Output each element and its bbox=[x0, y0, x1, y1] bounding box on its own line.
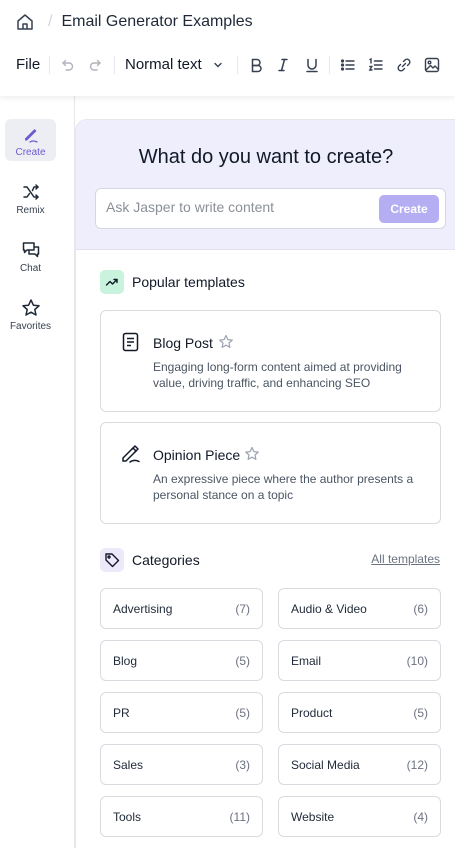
category-name: Blog bbox=[113, 654, 138, 668]
category-audio-video[interactable]: Audio & Video (6) bbox=[278, 588, 441, 629]
category-count: (4) bbox=[413, 810, 428, 824]
document-title[interactable]: Email Generator Examples bbox=[61, 13, 252, 31]
category-product[interactable]: Product (5) bbox=[278, 692, 441, 733]
toolbar-divider bbox=[114, 56, 115, 74]
home-button[interactable] bbox=[14, 11, 36, 33]
shuffle-icon bbox=[22, 184, 39, 200]
category-count: (10) bbox=[406, 654, 428, 668]
text-style-select[interactable]: Normal text bbox=[125, 56, 202, 73]
categories-header: Categories bbox=[100, 548, 200, 572]
category-name: Website bbox=[291, 810, 335, 824]
tag-icon bbox=[100, 548, 124, 572]
bulleted-list-button[interactable] bbox=[338, 55, 358, 75]
main-panel: What do you want to create? Create Popul… bbox=[75, 119, 455, 848]
ask-jasper-input[interactable] bbox=[106, 199, 366, 215]
category-count: (5) bbox=[413, 706, 428, 720]
chevron-down-icon[interactable] bbox=[212, 58, 224, 76]
image-button[interactable] bbox=[422, 55, 442, 75]
category-name: Audio & Video bbox=[291, 602, 367, 616]
underline-button[interactable] bbox=[302, 55, 322, 75]
category-count: (6) bbox=[413, 602, 428, 616]
category-social-media[interactable]: Social Media (12) bbox=[278, 744, 441, 785]
template-name: Blog Post bbox=[153, 335, 213, 351]
trending-icon bbox=[100, 270, 124, 294]
sidebar-item-favorites[interactable]: Favorites bbox=[5, 293, 56, 335]
category-count: (11) bbox=[229, 810, 250, 824]
category-blog[interactable]: Blog (5) bbox=[100, 640, 263, 681]
ask-jasper-box: Create bbox=[95, 188, 446, 229]
undo-button[interactable] bbox=[57, 55, 77, 75]
template-description: Engaging long-form content aimed at prov… bbox=[153, 360, 402, 390]
numbered-list-icon bbox=[368, 57, 383, 71]
sidebar-item-label: Chat bbox=[19, 263, 42, 274]
hero-title: What do you want to create? bbox=[138, 146, 394, 168]
category-name: Sales bbox=[113, 758, 144, 772]
category-name: Tools bbox=[113, 810, 142, 824]
italic-button[interactable] bbox=[273, 55, 293, 75]
create-button[interactable]: Create bbox=[379, 195, 439, 223]
favorite-star-icon[interactable] bbox=[244, 446, 260, 462]
favorite-star-icon[interactable] bbox=[218, 334, 234, 350]
file-menu[interactable]: File bbox=[16, 56, 40, 73]
document-icon bbox=[122, 332, 139, 352]
sidebar-item-label: Remix bbox=[16, 205, 45, 216]
star-icon bbox=[21, 299, 40, 316]
category-count: (12) bbox=[406, 758, 428, 772]
category-name: PR bbox=[113, 706, 130, 720]
sidebar-item-label: Favorites bbox=[9, 321, 52, 332]
category-tools[interactable]: Tools (11) bbox=[100, 796, 263, 837]
template-description: An expressive piece where the author pre… bbox=[153, 472, 414, 502]
category-email[interactable]: Email (10) bbox=[278, 640, 441, 681]
sidebar-item-chat[interactable]: Chat bbox=[5, 235, 56, 277]
editor-toolbar: File Normal text bbox=[0, 50, 455, 80]
category-count: (5) bbox=[235, 706, 250, 720]
category-name: Product bbox=[291, 706, 333, 720]
link-button[interactable] bbox=[394, 55, 414, 75]
category-count: (5) bbox=[235, 654, 250, 668]
undo-icon bbox=[62, 59, 74, 71]
top-bar: / Email Generator Examples File Normal t… bbox=[0, 0, 455, 96]
pen-nib-icon bbox=[122, 445, 140, 463]
category-name: Advertising bbox=[113, 602, 173, 616]
chat-bubbles-icon bbox=[22, 242, 39, 258]
underline-icon bbox=[306, 58, 318, 73]
category-name: Social Media bbox=[291, 758, 360, 772]
popular-templates-title: Popular templates bbox=[132, 274, 245, 290]
bold-icon bbox=[251, 58, 262, 73]
all-templates-link[interactable]: All templates bbox=[371, 552, 440, 566]
home-icon bbox=[17, 14, 33, 30]
toolbar-divider bbox=[329, 56, 330, 74]
category-count: (7) bbox=[235, 602, 250, 616]
category-pr[interactable]: PR (5) bbox=[100, 692, 263, 733]
italic-icon bbox=[278, 58, 288, 72]
category-sales[interactable]: Sales (3) bbox=[100, 744, 263, 785]
pen-icon bbox=[24, 129, 38, 143]
link-icon bbox=[397, 58, 411, 72]
redo-icon bbox=[89, 59, 101, 71]
sidebar-item-remix[interactable]: Remix bbox=[5, 177, 56, 219]
numbered-list-button[interactable] bbox=[366, 55, 386, 75]
template-card-blog-post[interactable]: Blog Post Engaging long-form content aim… bbox=[100, 310, 441, 412]
template-name: Opinion Piece bbox=[153, 447, 241, 463]
categories-title: Categories bbox=[132, 552, 200, 568]
toolbar-divider bbox=[237, 56, 238, 74]
redo-button[interactable] bbox=[86, 55, 106, 75]
breadcrumb: / Email Generator Examples bbox=[14, 11, 253, 33]
toolbar-divider bbox=[49, 56, 50, 74]
popular-templates-header: Popular templates bbox=[100, 270, 245, 294]
category-count: (3) bbox=[235, 758, 250, 772]
bold-button[interactable] bbox=[246, 55, 266, 75]
left-sidebar: Create Remix Chat Favorites bbox=[0, 96, 75, 848]
sidebar-item-create[interactable]: Create bbox=[5, 119, 56, 161]
category-website[interactable]: Website (4) bbox=[278, 796, 441, 837]
create-hero: What do you want to create? Create bbox=[76, 120, 455, 250]
category-name: Email bbox=[291, 654, 322, 668]
image-icon bbox=[424, 57, 440, 73]
sidebar-item-label: Create bbox=[15, 147, 46, 158]
bulleted-list-icon bbox=[340, 59, 355, 71]
category-advertising[interactable]: Advertising (7) bbox=[100, 588, 263, 629]
breadcrumb-separator: / bbox=[48, 13, 53, 30]
template-card-opinion-piece[interactable]: Opinion Piece An expressive piece where … bbox=[100, 422, 441, 524]
